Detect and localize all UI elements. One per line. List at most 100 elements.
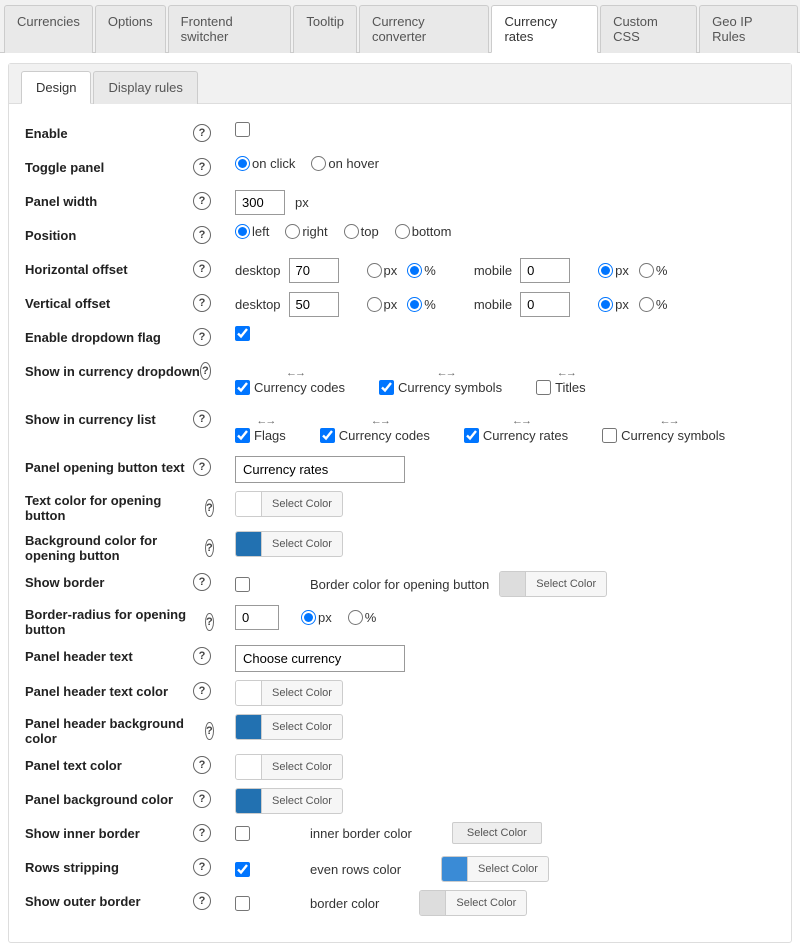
- color-picker-border-open-btn[interactable]: Select Color: [499, 571, 607, 597]
- help-icon[interactable]: ?: [193, 647, 211, 665]
- drag-icon[interactable]: ←→: [512, 416, 530, 426]
- v-offset-mobile-input[interactable]: [520, 292, 570, 317]
- radio-br-px[interactable]: px: [301, 610, 332, 625]
- help-icon[interactable]: ?: [193, 158, 211, 176]
- label-mobile: mobile: [474, 297, 512, 312]
- color-picker-text-open-btn[interactable]: Select Color: [235, 491, 343, 517]
- help-icon[interactable]: ?: [193, 192, 211, 210]
- help-icon[interactable]: ?: [193, 294, 211, 312]
- label-h-offset: Horizontal offset: [25, 262, 128, 277]
- label-show-outer-border: Show outer border: [25, 894, 141, 909]
- help-icon[interactable]: ?: [193, 260, 211, 278]
- color-picker-inner-border[interactable]: Select Color: [452, 822, 542, 844]
- help-icon[interactable]: ?: [193, 824, 211, 842]
- help-icon[interactable]: ?: [193, 124, 211, 142]
- radio-top[interactable]: top: [344, 224, 379, 239]
- tab-geo-ip-rules[interactable]: Geo IP Rules: [699, 5, 798, 53]
- help-icon[interactable]: ?: [193, 892, 211, 910]
- radio-v-desk-px[interactable]: px: [367, 297, 398, 312]
- subtab-design[interactable]: Design: [21, 71, 91, 104]
- show-inner-border-checkbox[interactable]: [235, 826, 250, 841]
- help-icon[interactable]: ?: [193, 756, 211, 774]
- sub-tabs: Design Display rules: [9, 64, 791, 104]
- help-icon[interactable]: ?: [193, 410, 211, 428]
- rows-stripping-checkbox[interactable]: [235, 862, 250, 877]
- color-picker-header-bg[interactable]: Select Color: [235, 714, 343, 740]
- drag-icon[interactable]: ←→: [371, 416, 389, 426]
- color-picker-panel-bg[interactable]: Select Color: [235, 788, 343, 814]
- tab-tooltip[interactable]: Tooltip: [293, 5, 357, 53]
- panel-width-input[interactable]: [235, 190, 285, 215]
- label-inner-border-color: inner border color: [310, 826, 412, 841]
- chk-dropdown-symbols[interactable]: Currency symbols: [379, 380, 502, 395]
- help-icon[interactable]: ?: [200, 362, 211, 380]
- radio-on-hover[interactable]: on hover: [311, 156, 379, 171]
- label-v-offset: Vertical offset: [25, 296, 110, 311]
- show-outer-border-checkbox[interactable]: [235, 896, 250, 911]
- h-offset-mobile-input[interactable]: [520, 258, 570, 283]
- radio-h-desk-pct[interactable]: %: [407, 263, 436, 278]
- help-icon[interactable]: ?: [205, 499, 214, 517]
- help-icon[interactable]: ?: [205, 539, 214, 557]
- tab-custom-css[interactable]: Custom CSS: [600, 5, 697, 53]
- radio-v-mob-px[interactable]: px: [598, 297, 629, 312]
- color-swatch: [420, 890, 446, 916]
- chk-list-flags[interactable]: Flags: [235, 428, 286, 443]
- help-icon[interactable]: ?: [193, 682, 211, 700]
- chk-dropdown-codes[interactable]: Currency codes: [235, 380, 345, 395]
- color-swatch: [236, 714, 262, 740]
- tab-options[interactable]: Options: [95, 5, 166, 53]
- chk-dropdown-titles[interactable]: Titles: [536, 380, 586, 395]
- radio-h-mob-pct[interactable]: %: [639, 263, 668, 278]
- subtab-display-rules[interactable]: Display rules: [93, 71, 197, 104]
- chk-list-codes[interactable]: Currency codes: [320, 428, 430, 443]
- radio-left[interactable]: left: [235, 224, 269, 239]
- tab-currency-converter[interactable]: Currency converter: [359, 5, 490, 53]
- form-area: Enable ? Toggle panel ? on click: [9, 104, 791, 942]
- v-offset-desktop-input[interactable]: [289, 292, 339, 317]
- color-picker-bg-open-btn[interactable]: Select Color: [235, 531, 343, 557]
- help-icon[interactable]: ?: [193, 226, 211, 244]
- tab-currency-rates[interactable]: Currency rates: [491, 5, 598, 53]
- label-toggle-panel: Toggle panel: [25, 160, 104, 175]
- enable-dropdown-flag-checkbox[interactable]: [235, 326, 250, 341]
- radio-on-click[interactable]: on click: [235, 156, 295, 171]
- help-icon[interactable]: ?: [193, 858, 211, 876]
- panel-open-btn-text-input[interactable]: [235, 456, 405, 483]
- drag-icon[interactable]: ←→: [660, 416, 678, 426]
- help-icon[interactable]: ?: [205, 613, 214, 631]
- help-icon[interactable]: ?: [193, 573, 211, 591]
- panel-header-text-input[interactable]: [235, 645, 405, 672]
- drag-icon[interactable]: ←→: [557, 368, 575, 378]
- chk-list-rates[interactable]: Currency rates: [464, 428, 568, 443]
- drag-icon[interactable]: ←→: [286, 368, 304, 378]
- color-picker-panel-text[interactable]: Select Color: [235, 754, 343, 780]
- help-icon[interactable]: ?: [205, 722, 214, 740]
- tab-currencies[interactable]: Currencies: [4, 5, 93, 53]
- color-picker-outer-border[interactable]: Select Color: [419, 890, 527, 916]
- enable-checkbox[interactable]: [235, 122, 250, 137]
- chk-list-symbols[interactable]: Currency symbols: [602, 428, 725, 443]
- help-icon[interactable]: ?: [193, 458, 211, 476]
- label-bg-color-open-btn: Background color for opening button: [25, 533, 205, 563]
- radio-bottom[interactable]: bottom: [395, 224, 452, 239]
- radio-br-pct[interactable]: %: [348, 610, 377, 625]
- drag-icon[interactable]: ←→: [437, 368, 455, 378]
- border-radius-input[interactable]: [235, 605, 279, 630]
- tab-frontend-switcher[interactable]: Frontend switcher: [168, 5, 292, 53]
- label-enable: Enable: [25, 126, 68, 141]
- help-icon[interactable]: ?: [193, 790, 211, 808]
- radio-right[interactable]: right: [285, 224, 327, 239]
- label-rows-stripping: Rows stripping: [25, 860, 119, 875]
- help-icon[interactable]: ?: [193, 328, 211, 346]
- show-border-checkbox[interactable]: [235, 577, 250, 592]
- color-picker-even-rows[interactable]: Select Color: [441, 856, 549, 882]
- radio-v-mob-pct[interactable]: %: [639, 297, 668, 312]
- label-border-color-open-btn: Border color for opening button: [310, 577, 489, 592]
- radio-h-mob-px[interactable]: px: [598, 263, 629, 278]
- h-offset-desktop-input[interactable]: [289, 258, 339, 283]
- radio-h-desk-px[interactable]: px: [367, 263, 398, 278]
- radio-v-desk-pct[interactable]: %: [407, 297, 436, 312]
- drag-icon[interactable]: ←→: [256, 416, 274, 426]
- color-picker-header-text[interactable]: Select Color: [235, 680, 343, 706]
